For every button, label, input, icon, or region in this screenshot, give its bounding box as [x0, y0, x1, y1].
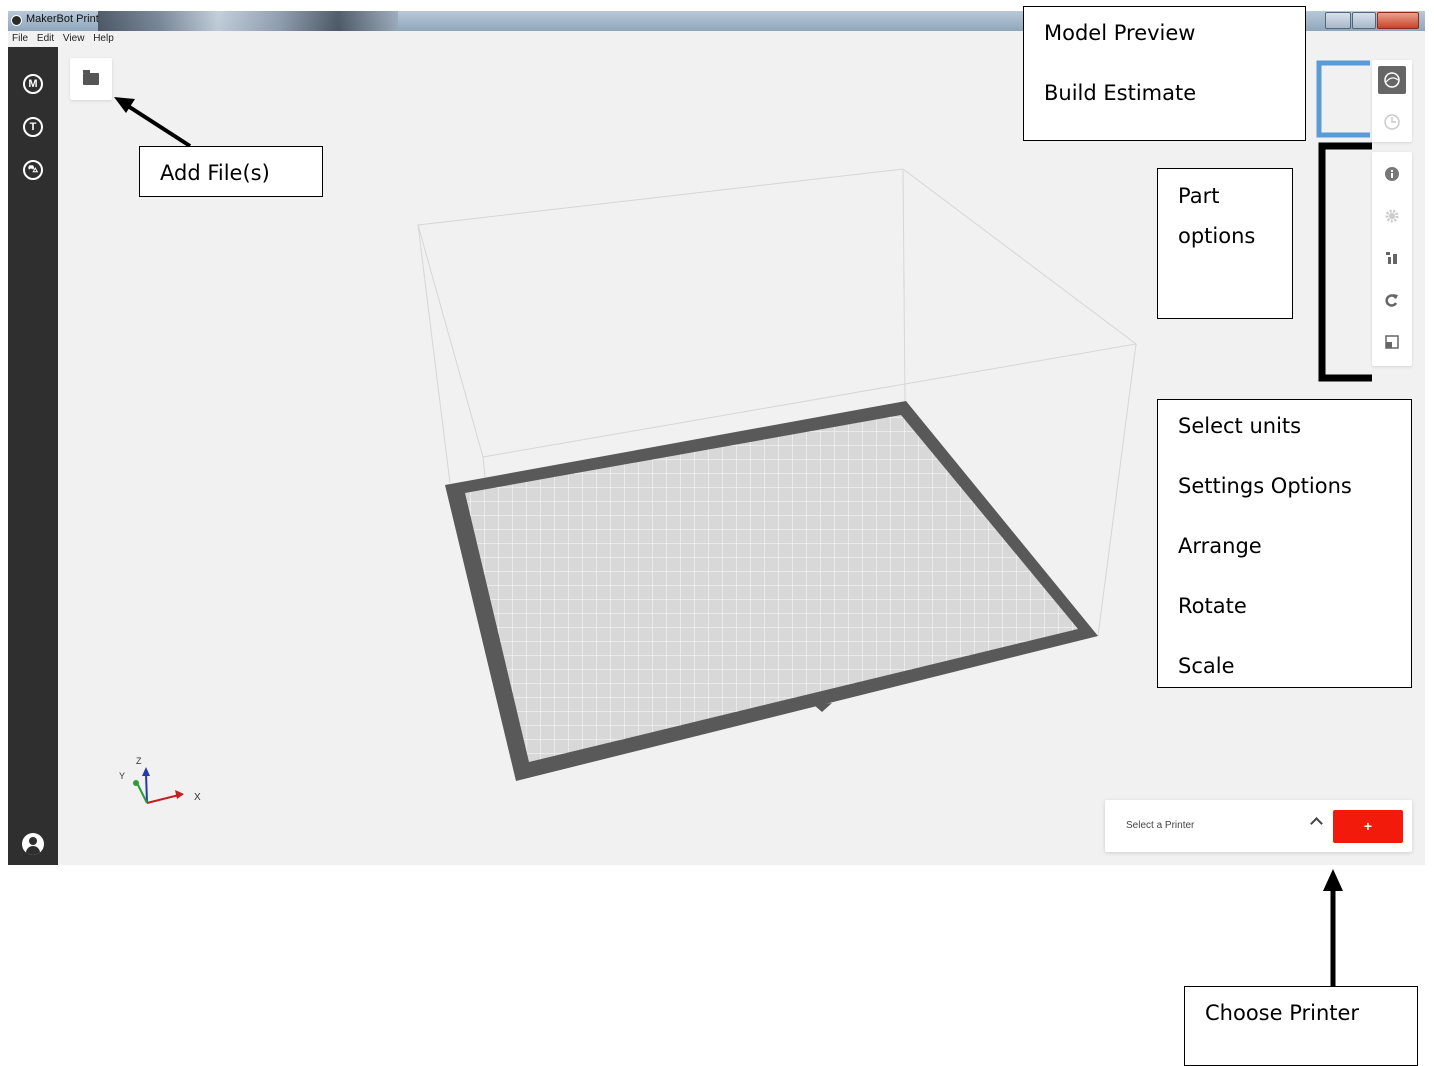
annotation-model-preview: Model Preview: [1044, 21, 1196, 45]
annotation-part-options: Part options: [1157, 168, 1293, 319]
annotation-add-files: Add File(s): [139, 146, 323, 197]
annotation-choose-printer: Choose Printer: [1184, 986, 1418, 1066]
annotation-tool-list: Select units Settings Options Arrange Ro…: [1157, 399, 1412, 688]
annotation-view-modes: Model Preview Build Estimate: [1023, 6, 1306, 141]
annotation-build-estimate: Build Estimate: [1044, 81, 1197, 105]
